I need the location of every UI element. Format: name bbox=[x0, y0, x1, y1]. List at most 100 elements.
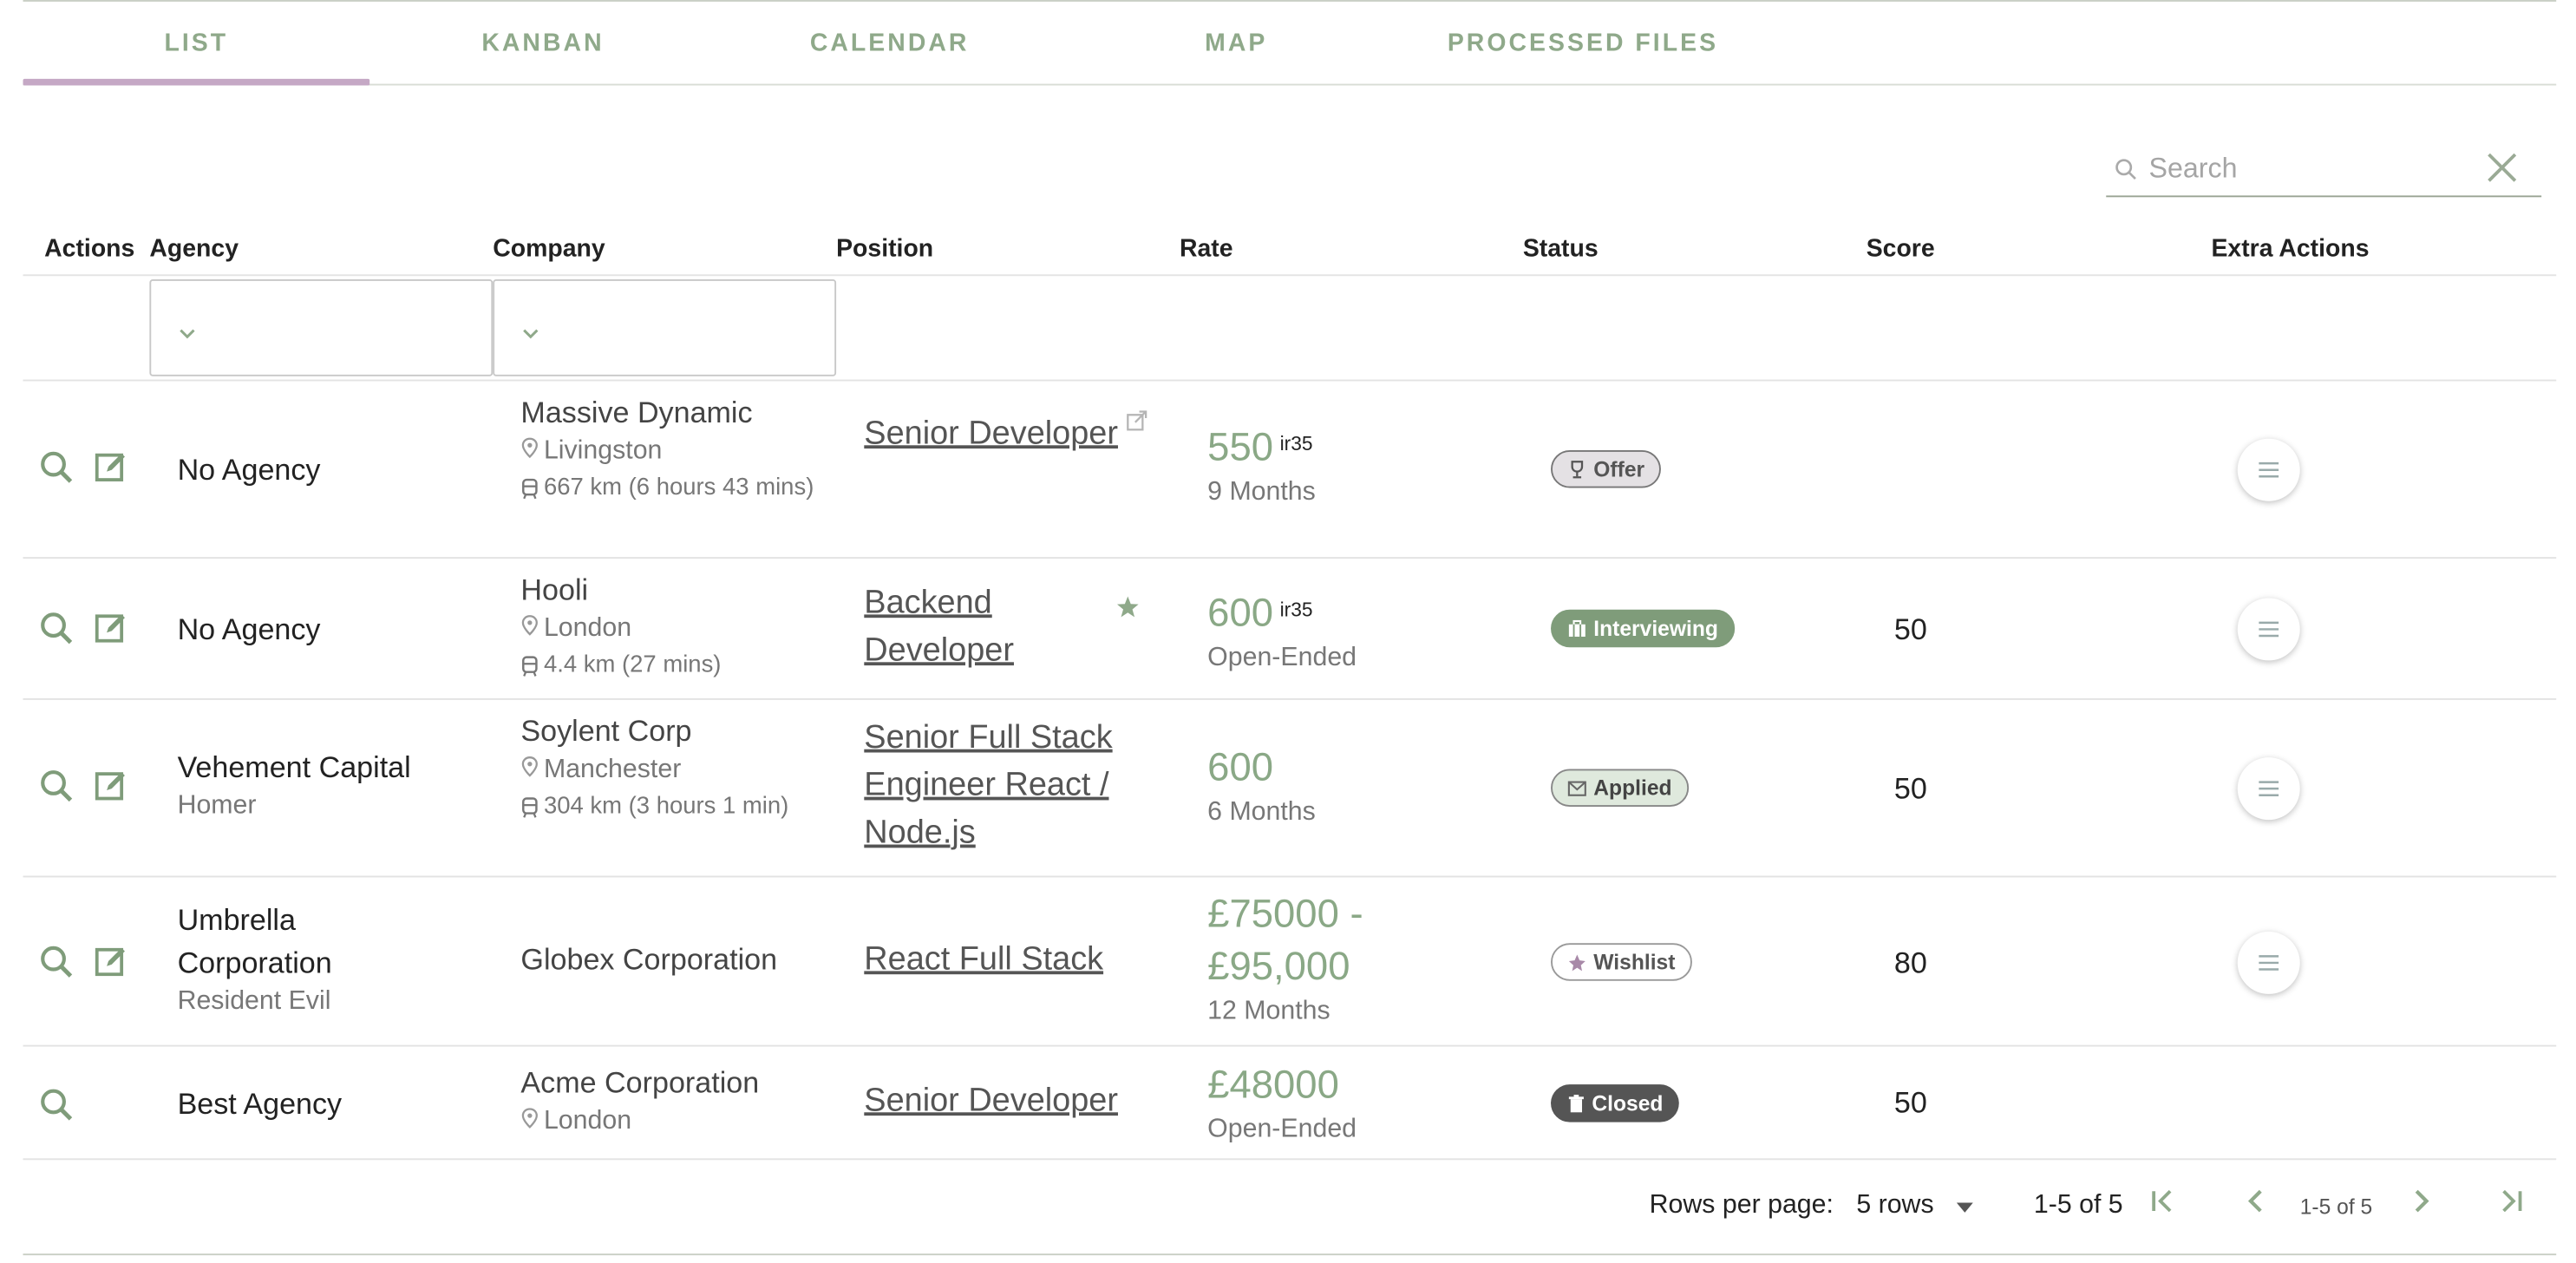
company-cell: Soylent Corp Manchester 304 km (3 hours … bbox=[520, 711, 824, 829]
view-icon[interactable] bbox=[39, 769, 74, 803]
rate-cell: 550 ir35 9 Months bbox=[1207, 417, 1316, 511]
caret-down-icon bbox=[1957, 1191, 1974, 1220]
agency-name: Vehement Capital bbox=[177, 750, 411, 784]
envelope-icon bbox=[1567, 780, 1586, 795]
status-badge: Wishlist bbox=[1551, 943, 1692, 981]
chevron-down-icon bbox=[178, 318, 198, 348]
contract-duration: Open-Ended bbox=[1207, 644, 1357, 672]
edit-icon[interactable] bbox=[94, 450, 128, 485]
position-link[interactable]: React Full Stack bbox=[864, 941, 1103, 978]
active-tab-indicator bbox=[23, 78, 370, 86]
column-header-rate[interactable]: Rate bbox=[1180, 235, 1233, 263]
edit-icon[interactable] bbox=[94, 769, 128, 803]
column-header-agency[interactable]: Agency bbox=[149, 235, 239, 263]
column-header-position[interactable]: Position bbox=[836, 235, 933, 263]
agency-cell: Umbrella Corporation Resident Evil bbox=[178, 899, 457, 1020]
row-menu-button[interactable] bbox=[2237, 598, 2300, 661]
table-row: Umbrella Corporation Resident Evil Globe… bbox=[23, 877, 2557, 1047]
column-header-score[interactable]: Score bbox=[1867, 235, 1935, 263]
rate-value: 600 bbox=[1207, 745, 1274, 791]
row-menu-button[interactable] bbox=[2237, 438, 2300, 501]
contract-duration: 9 Months bbox=[1207, 478, 1316, 507]
ir35-tag: ir35 bbox=[1279, 598, 1313, 621]
contract-duration: 6 Months bbox=[1207, 798, 1316, 827]
company-name: Soylent Corp bbox=[520, 714, 692, 748]
menu-icon bbox=[2259, 781, 2279, 796]
location-pin-icon bbox=[520, 1103, 539, 1142]
column-header-actions: Actions bbox=[44, 234, 135, 264]
job-tracker-page: LIST KANBAN CALENDAR MAP PROCESSED FILES… bbox=[0, 0, 2576, 1263]
clear-search-icon[interactable] bbox=[2486, 151, 2519, 192]
column-header-status[interactable]: Status bbox=[1523, 235, 1599, 263]
tab-kanban[interactable]: KANBAN bbox=[369, 2, 716, 86]
view-tabs: LIST KANBAN CALENDAR MAP PROCESSED FILES bbox=[23, 0, 2557, 86]
position-link[interactable]: Backend Developer bbox=[864, 585, 1014, 669]
ir35-tag: ir35 bbox=[1279, 432, 1313, 455]
position-cell: Senior Full Stack Engineer React / Node.… bbox=[864, 715, 1160, 858]
search-input[interactable] bbox=[2145, 152, 2475, 186]
position-link[interactable]: Senior Full Stack Engineer React / Node.… bbox=[864, 720, 1112, 852]
tab-list[interactable]: LIST bbox=[23, 2, 370, 86]
company-cell: Hooli London 4.4 km (27 mins) bbox=[520, 570, 824, 688]
location-pin-icon bbox=[520, 610, 539, 649]
tab-map[interactable]: MAP bbox=[1062, 2, 1409, 86]
table-row: Best Agency Acme Corporation London Seni… bbox=[23, 1047, 2557, 1161]
previous-page-icon[interactable] bbox=[2241, 1187, 2271, 1216]
edit-icon[interactable] bbox=[94, 612, 128, 646]
position-link[interactable]: Senior Developer bbox=[864, 1083, 1118, 1119]
view-icon[interactable] bbox=[39, 450, 74, 485]
first-page-icon[interactable] bbox=[2148, 1187, 2178, 1216]
edit-icon[interactable] bbox=[94, 945, 128, 979]
position-cell: Senior Developer bbox=[864, 411, 1119, 459]
briefcase-icon bbox=[1568, 618, 1585, 637]
rate-cell: £48000 Open-Ended bbox=[1207, 1060, 1357, 1148]
view-icon[interactable] bbox=[39, 945, 74, 979]
row-menu-button[interactable] bbox=[2237, 931, 2300, 994]
location: Manchester bbox=[520, 751, 824, 790]
position-link[interactable]: Senior Developer bbox=[864, 416, 1118, 452]
status-badge: Closed bbox=[1551, 1084, 1680, 1122]
company-name: Hooli bbox=[520, 573, 589, 606]
agency-contact: Homer bbox=[177, 791, 257, 821]
train-icon bbox=[520, 790, 539, 829]
next-page-icon[interactable] bbox=[2407, 1187, 2436, 1216]
status-badge: Applied bbox=[1551, 769, 1689, 808]
contract-duration: 12 Months bbox=[1207, 997, 1330, 1025]
agency-name: Best Agency bbox=[177, 1087, 343, 1121]
row-menu-button[interactable] bbox=[2237, 757, 2300, 821]
pin-icon bbox=[1568, 953, 1585, 971]
search-bar bbox=[2106, 141, 2542, 198]
column-header-company[interactable]: Company bbox=[493, 235, 605, 263]
table-row: No Agency Hooli London 4.4 km (27 mins) … bbox=[23, 559, 2557, 700]
row-actions bbox=[39, 945, 127, 979]
table-header: Actions Agency Company Position Rate Sta… bbox=[23, 224, 2557, 277]
company-filter-select[interactable] bbox=[493, 278, 837, 376]
view-icon[interactable] bbox=[39, 1088, 74, 1122]
star-icon[interactable] bbox=[1115, 595, 1140, 628]
status-badge: Interviewing bbox=[1551, 609, 1735, 648]
rows-per-page-select[interactable]: 5 rows bbox=[1856, 1191, 1974, 1220]
pagination-footer: Rows per page: 5 rows 1-5 of 5 1-5 of 5 bbox=[23, 1160, 2557, 1256]
travel-distance: 667 km (6 hours 43 mins) bbox=[520, 472, 824, 511]
contract-duration: Open-Ended bbox=[1207, 1116, 1357, 1144]
train-icon bbox=[520, 649, 539, 688]
row-actions bbox=[39, 612, 127, 646]
view-icon[interactable] bbox=[39, 612, 74, 646]
last-page-icon[interactable] bbox=[2495, 1187, 2525, 1216]
menu-icon bbox=[2259, 461, 2279, 478]
tab-calendar[interactable]: CALENDAR bbox=[716, 2, 1063, 86]
travel-distance: 4.4 km (27 mins) bbox=[520, 649, 824, 688]
trophy-icon bbox=[1571, 460, 1584, 478]
rate-cell: £75000 - £95,000 12 Months bbox=[1207, 889, 1454, 1031]
page-range-label: 1-5 of 5 bbox=[2033, 1191, 2123, 1220]
rate-value: £75000 - £95,000 bbox=[1207, 892, 1363, 990]
score-value: 80 bbox=[1893, 946, 1927, 979]
menu-icon bbox=[2259, 621, 2279, 638]
tab-processed-files[interactable]: PROCESSED FILES bbox=[1409, 2, 1756, 86]
score-value: 50 bbox=[1893, 612, 1927, 646]
agency-filter-select[interactable] bbox=[149, 278, 494, 376]
location-pin-icon bbox=[520, 432, 539, 471]
external-link-icon[interactable] bbox=[1125, 409, 1148, 441]
position-cell: React Full Stack bbox=[864, 937, 1160, 985]
location: Livingston bbox=[520, 432, 824, 471]
